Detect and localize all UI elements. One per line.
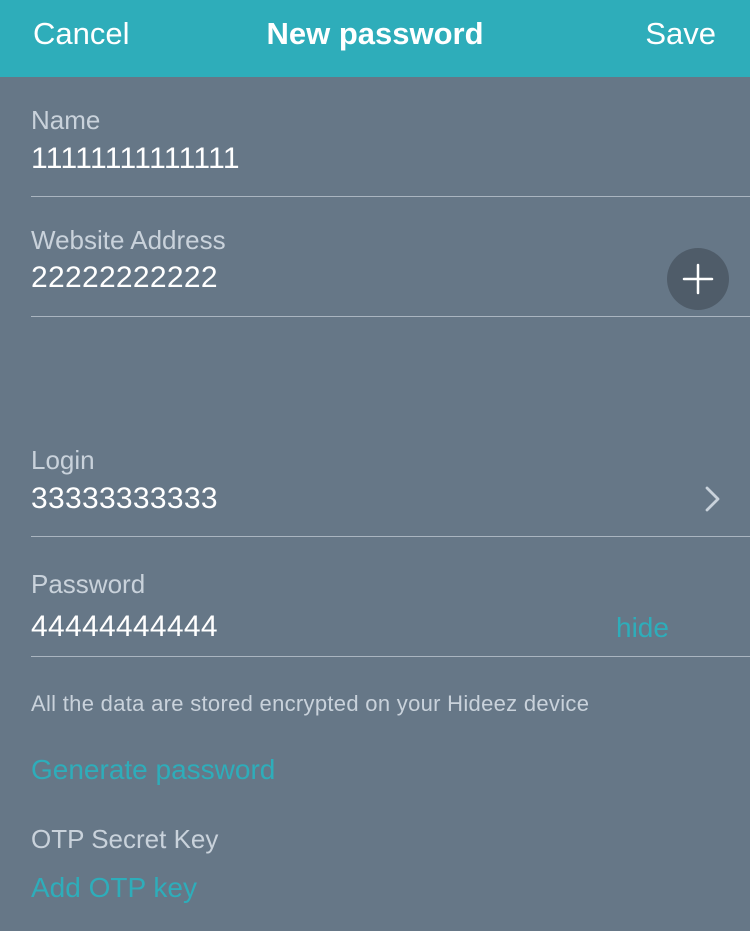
login-field[interactable]: 33333333333	[31, 481, 218, 517]
cancel-button[interactable]: Cancel	[33, 15, 130, 53]
website-field[interactable]: 22222222222	[31, 260, 218, 296]
name-divider	[31, 196, 750, 197]
name-field[interactable]: 11111111111111	[31, 141, 240, 177]
plus-icon	[682, 263, 714, 295]
encryption-info-text: All the data are stored encrypted on you…	[31, 691, 590, 716]
password-divider	[31, 656, 750, 657]
website-label: Website Address	[31, 225, 226, 255]
add-otp-key-link[interactable]: Add OTP key	[31, 871, 197, 905]
login-divider	[31, 536, 750, 537]
password-field[interactable]: 44444444444	[31, 609, 218, 645]
add-website-button[interactable]	[667, 248, 729, 310]
login-label: Login	[31, 445, 95, 475]
otp-label: OTP Secret Key	[31, 824, 219, 854]
generate-password-link[interactable]: Generate password	[31, 753, 275, 787]
website-divider	[31, 316, 750, 317]
save-button[interactable]: Save	[645, 15, 716, 53]
page-title: New password	[266, 16, 484, 51]
name-label: Name	[31, 105, 101, 135]
navbar: Cancel New password Save	[0, 0, 750, 77]
password-label: Password	[31, 569, 146, 599]
hide-password-toggle[interactable]: hide	[616, 611, 669, 645]
chevron-right-icon[interactable]	[702, 484, 724, 514]
